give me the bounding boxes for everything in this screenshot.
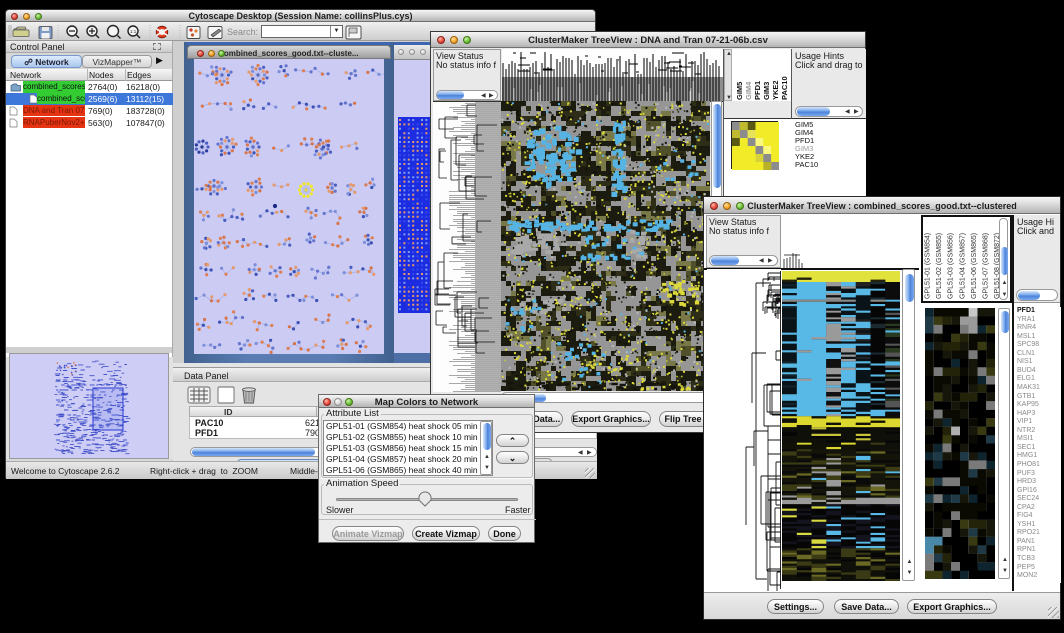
svg-text:GIM5: GIM5 (735, 82, 744, 100)
svg-text:GPL51-03 (GSM856): GPL51-03 (GSM856) (948, 233, 955, 299)
svg-text:1:1: 1:1 (130, 29, 137, 34)
svg-text:PAC10: PAC10 (780, 76, 789, 100)
svg-text:GPL51-02 (GSM855): GPL51-02 (GSM855) (936, 233, 943, 299)
svg-text:PFD1: PFD1 (753, 81, 762, 100)
svg-text:GPL51-01 (GSM854): GPL51-01 (GSM854) (925, 233, 932, 299)
svg-text:YKE2: YKE2 (771, 80, 780, 100)
svg-text:GIM3: GIM3 (762, 82, 771, 100)
svg-text:GPL51-04 (GSM857): GPL51-04 (GSM857) (959, 233, 966, 299)
svg-text:GIM4: GIM4 (744, 81, 753, 100)
svg-text:GPL51-07 (GSM868): GPL51-07 (GSM868) (983, 233, 990, 299)
svg-text:GPL51-06 (GSM865): GPL51-06 (GSM865) (971, 233, 978, 299)
